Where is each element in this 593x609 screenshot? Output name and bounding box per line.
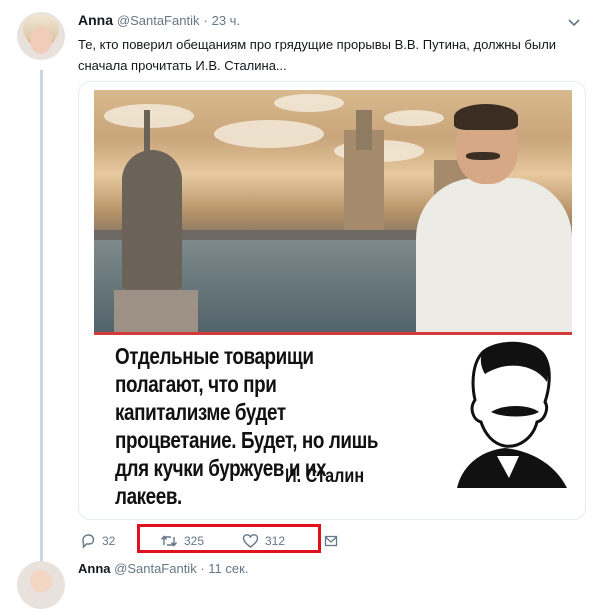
image-divider xyxy=(94,332,572,335)
highlight-box xyxy=(137,524,321,553)
next-tweet-avatar[interactable] xyxy=(17,561,65,609)
photo-illustration xyxy=(94,90,572,332)
separator-dot: · xyxy=(203,13,208,28)
tweet-image[interactable]: Отдельные товарищи полагают, что при кап… xyxy=(78,81,586,520)
avatar[interactable] xyxy=(17,12,65,60)
message-icon xyxy=(324,535,338,547)
portrait-sketch xyxy=(457,341,567,488)
chevron-down-icon[interactable] xyxy=(566,14,582,30)
thread-line xyxy=(40,70,43,569)
reply-count: 32 xyxy=(102,534,116,548)
timestamp[interactable]: 23 ч. xyxy=(212,13,240,28)
author-name[interactable]: Anna xyxy=(78,12,113,28)
author-handle[interactable]: @SantaFantik xyxy=(117,13,200,28)
reply-button[interactable]: 32 xyxy=(80,528,115,554)
message-button[interactable] xyxy=(324,528,338,554)
tweet-text: Те, кто поверил обещаниям про грядущие п… xyxy=(78,37,557,73)
image-attribution: И. Сталин xyxy=(285,466,365,487)
reply-icon xyxy=(82,534,95,549)
tweet-header: Anna @SantaFantik · 23 ч. xyxy=(78,12,240,28)
